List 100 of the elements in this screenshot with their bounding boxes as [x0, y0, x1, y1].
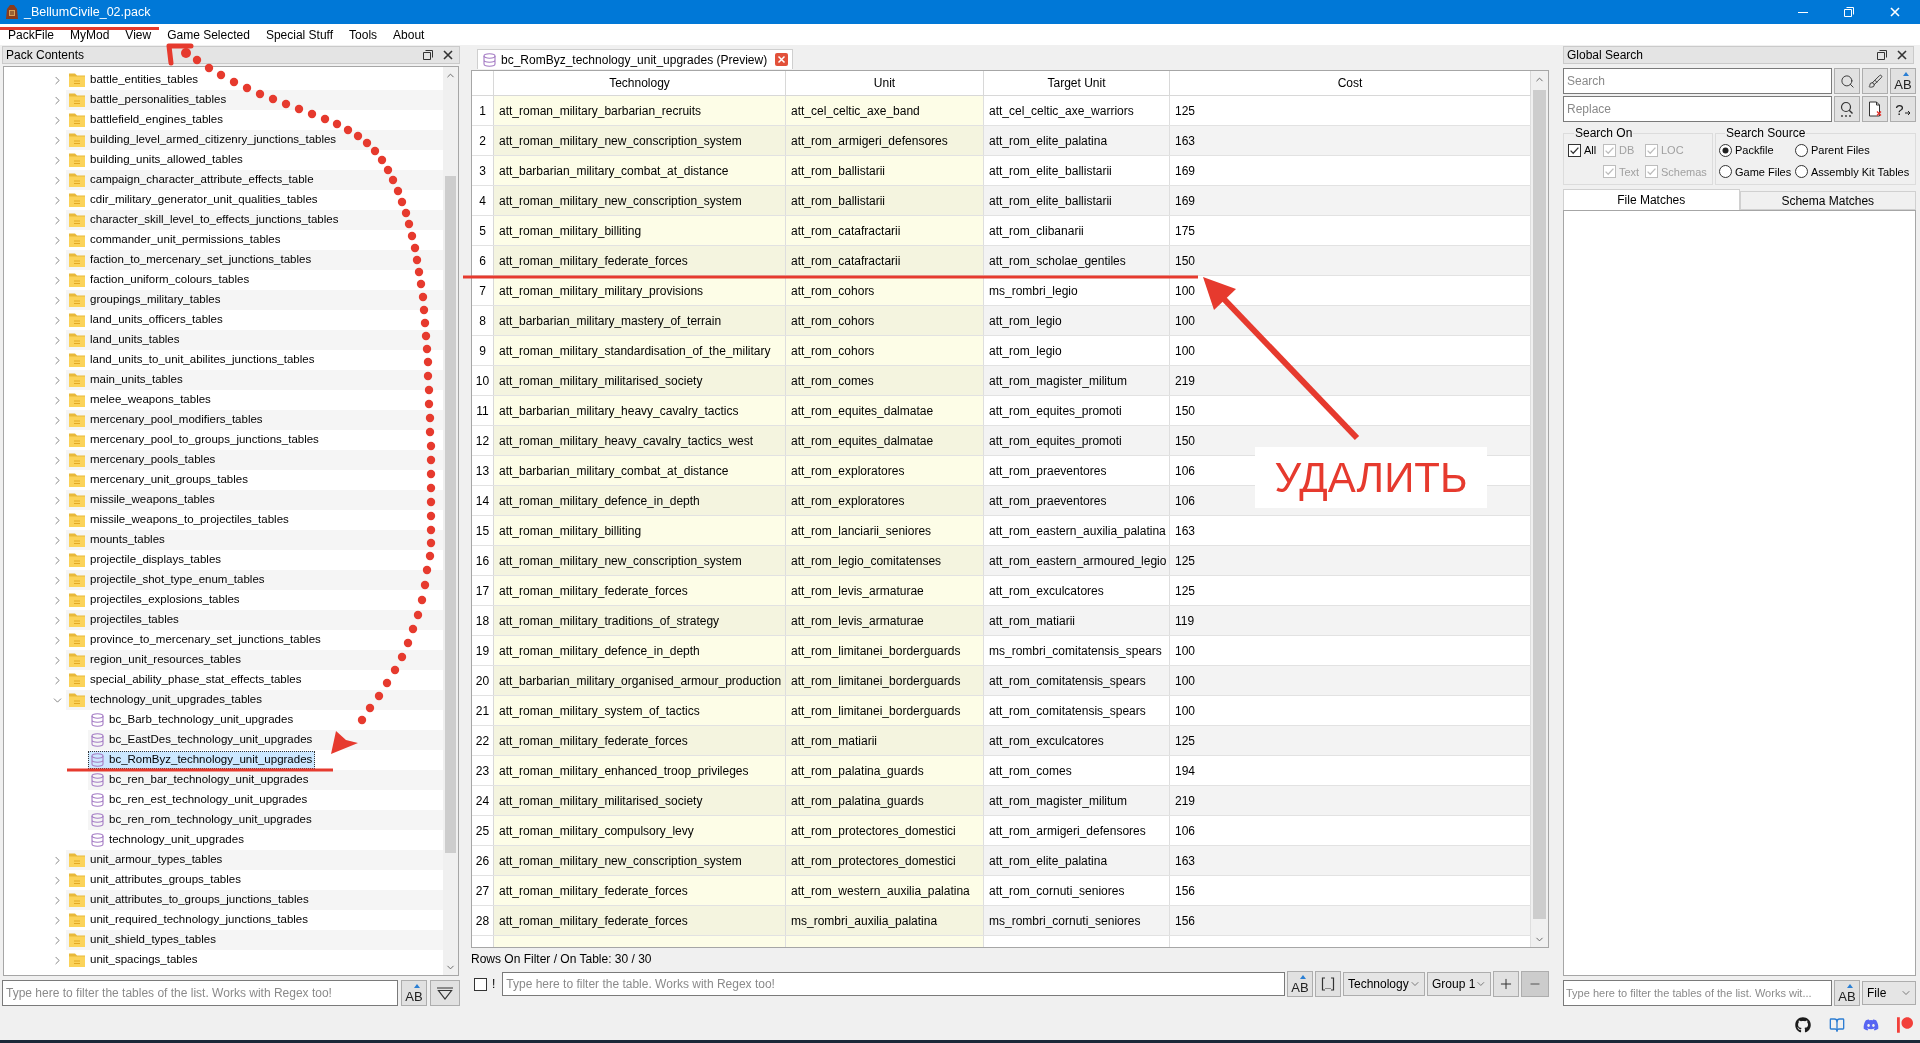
restore-icon[interactable] — [1877, 50, 1887, 60]
group-title: Search Source — [1725, 125, 1807, 142]
tree-item[interactable]: unit_spacings_tables — [66, 951, 201, 969]
folder-icon — [69, 393, 85, 407]
radio-button[interactable] — [1719, 143, 1732, 157]
search-field[interactable]: Search — [1563, 68, 1832, 94]
tree-item[interactable]: land_units_officers_tables — [66, 311, 226, 329]
github-icon[interactable] — [1795, 1017, 1811, 1033]
tree-item[interactable]: bc_RomByz_technology_unit_upgrades — [88, 751, 316, 769]
table-cell: att_barbarian_military_mastery_of_terrain — [494, 306, 786, 335]
close-icon[interactable] — [1897, 50, 1907, 60]
tree-item[interactable]: unit_required_technology_junctions_tables — [66, 911, 312, 929]
caret-up-icon — [414, 984, 420, 988]
file-x-icon — [1867, 101, 1883, 117]
brackets-icon — [1321, 977, 1335, 991]
menu-item[interactable]: Tools — [341, 24, 386, 45]
tree-item[interactable]: cdir_military_generator_unit_qualities_tables — [66, 191, 321, 209]
tree-item[interactable]: projectile_displays_tables — [66, 551, 225, 569]
menu-item[interactable]: MyMod — [62, 24, 118, 45]
source-dropdown[interactable]: File — [1862, 981, 1916, 1005]
folder-icon — [69, 113, 85, 127]
column-header[interactable]: Unit — [786, 71, 984, 95]
tree-item[interactable]: building_units_allowed_tables — [66, 151, 246, 169]
tree-item[interactable]: battle_entities_tables — [66, 71, 202, 89]
tree-item[interactable]: unit_attributes_groups_tables — [66, 871, 244, 889]
tree-item[interactable]: melee_weapons_tables — [66, 391, 214, 409]
collapse-button[interactable] — [430, 980, 460, 1006]
group-title: Search On — [1574, 125, 1634, 142]
remove-button[interactable] — [1521, 971, 1549, 997]
filter-input[interactable]: Type here to filter the tables of the list. Works with Regex too! — [2, 980, 398, 1006]
column-header[interactable]: Technology — [494, 71, 786, 95]
checkbox[interactable] — [1568, 143, 1581, 157]
search-button[interactable] — [1834, 68, 1860, 94]
scrollbar-thumb[interactable] — [445, 176, 456, 853]
results-tab[interactable]: Schema Matches — [1739, 191, 1916, 210]
tree-item[interactable]: special_ability_phase_stat_effects_tables — [66, 671, 305, 689]
table-cell: att_rom_palatina_guards — [786, 786, 984, 815]
folder-icon — [69, 73, 85, 87]
case-sensitive-button[interactable]: AB — [401, 980, 427, 1006]
group-dropdown[interactable]: Group 1 — [1427, 972, 1491, 996]
menu-item[interactable]: About — [385, 24, 433, 45]
add-button[interactable] — [1493, 971, 1519, 997]
tree-item[interactable]: commander_unit_permissions_tables — [66, 231, 284, 249]
book-icon[interactable] — [1829, 1017, 1845, 1033]
checkbox-label: DB — [1619, 143, 1635, 158]
brackets-button[interactable] — [1315, 971, 1341, 997]
close-icon[interactable] — [443, 50, 453, 60]
clear-button[interactable] — [1862, 68, 1888, 94]
menu-item[interactable]: PackFile — [0, 24, 62, 45]
case-sensitive-button[interactable]: AB — [1287, 971, 1313, 997]
menu-item[interactable]: View — [117, 24, 160, 45]
column-dropdown[interactable]: Technology — [1343, 972, 1425, 996]
tree-item[interactable]: technology_unit_upgrades — [88, 831, 247, 849]
folder-icon — [69, 413, 85, 427]
radio-label: Assembly Kit Tables — [1811, 164, 1910, 180]
tree-item[interactable]: bc_ren_est_technology_unit_upgrades — [88, 791, 311, 809]
tree-item[interactable]: battlefield_engines_tables — [66, 111, 226, 129]
table-cell: att_rom_palatina_guards — [786, 756, 984, 785]
radio-button[interactable] — [1795, 165, 1808, 179]
dock-title: Pack Contents — [6, 49, 86, 61]
replace-button[interactable] — [1834, 96, 1860, 122]
tree-item[interactable]: projectiles_explosions_tables — [66, 591, 243, 609]
filter-input[interactable]: Type here to filter the tables of the list. Works wit... — [1563, 980, 1832, 1006]
regex-button[interactable]: ? — [1890, 96, 1916, 122]
tree-item[interactable]: mercenary_unit_groups_tables — [66, 471, 251, 489]
tree-item[interactable]: mercenary_pool_to_groups_junctions_tables — [66, 431, 322, 449]
filter-input[interactable]: Type here to filter the table. Works with Regex too! — [502, 972, 1285, 996]
restore-icon[interactable] — [423, 50, 433, 60]
patreon-icon[interactable] — [1897, 1017, 1913, 1033]
table-cell: att_roman_military_billiting — [494, 516, 786, 545]
radio-button[interactable] — [1795, 143, 1808, 157]
tree-item[interactable]: faction_uniform_colours_tables — [66, 271, 253, 289]
table-cell: att_rom_protectores_domestici — [786, 846, 984, 875]
checkbox-label: Text — [1619, 164, 1640, 180]
replace-all-button[interactable] — [1862, 96, 1888, 122]
checkbox[interactable] — [474, 977, 487, 991]
case-sensitive-button[interactable]: AB — [1834, 980, 1860, 1006]
menu-item[interactable]: Special Stuff — [257, 24, 342, 45]
folder-icon — [69, 513, 85, 527]
table-cell: att_roman_military_compulsory_levy — [494, 816, 786, 845]
table-cell: att_rom_ballistarii — [786, 186, 984, 215]
discord-icon[interactable] — [1863, 1017, 1879, 1033]
table-cell: att_barbarian_military_heavy_cavalry_tactics — [494, 396, 786, 425]
table-cell: att_rom_eastern_armoured_legio — [984, 546, 1170, 575]
tree-item[interactable]: missile_weapons_to_projectiles_tables — [66, 511, 292, 529]
table-cell: att_roman_military_system_of_tactics — [494, 696, 786, 725]
tree-item[interactable]: land_units_to_unit_abilites_junctions_tables — [66, 351, 318, 369]
replace-field[interactable]: Replace — [1563, 96, 1832, 122]
table-cell: att_rom_western_auxilia_palatina — [786, 876, 984, 905]
editor-tab[interactable]: bc_RomByz_technology_unit_upgrades (Preview) — [477, 49, 794, 69]
table-cell: att_rom_exploratores — [786, 456, 984, 485]
tree-item[interactable]: bc_Barb_technology_unit_upgrades — [88, 711, 297, 729]
scrollbar-thumb[interactable] — [1533, 90, 1546, 919]
case-sensitive-button[interactable]: AB — [1890, 68, 1916, 94]
results-tab[interactable]: File Matches — [1563, 189, 1740, 210]
radio-button[interactable] — [1719, 165, 1732, 179]
menu-item[interactable]: Game Selected — [159, 24, 258, 45]
folder-icon — [69, 373, 85, 387]
column-header[interactable]: Target Unit — [984, 71, 1170, 95]
tree-item[interactable]: province_to_mercenary_set_junctions_tables — [66, 631, 324, 649]
